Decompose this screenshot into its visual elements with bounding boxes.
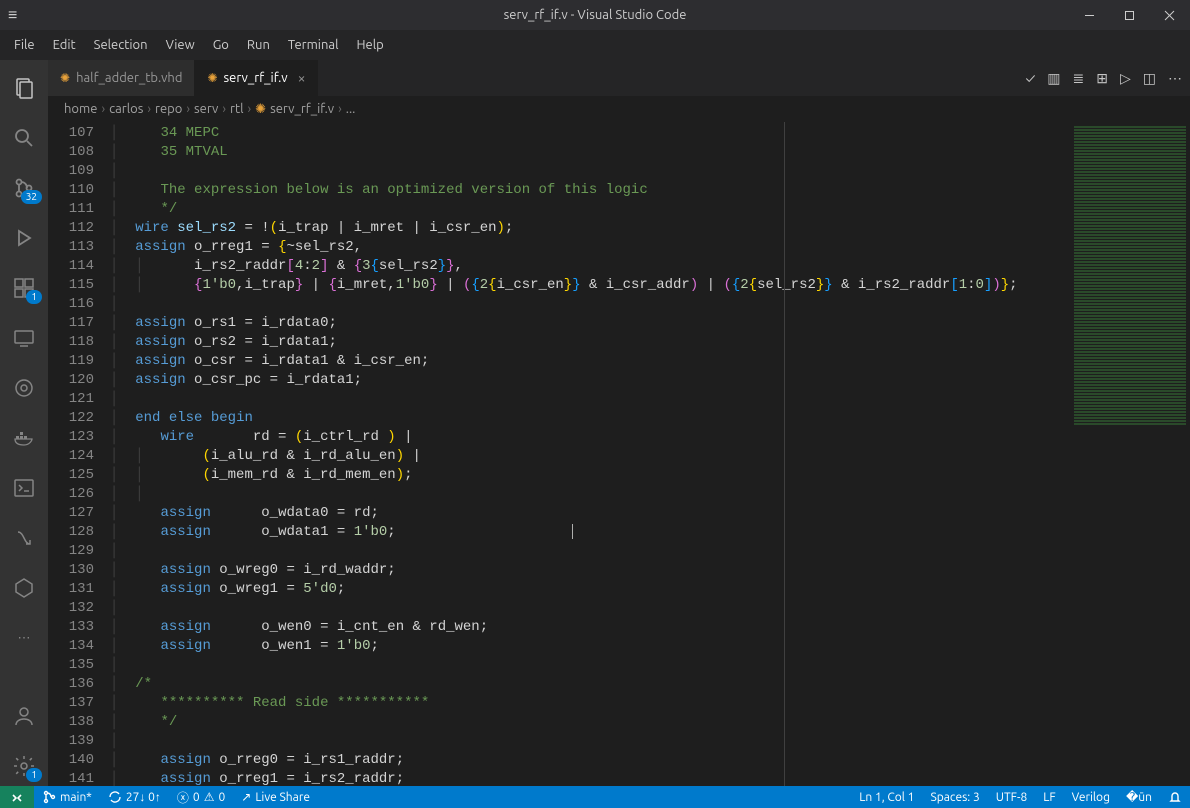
window-title: serv_rf_if.v - Visual Studio Code (504, 8, 687, 22)
extensions-icon[interactable]: 1 (0, 268, 48, 308)
errors-button[interactable]: ⓧ0 ⚠0 (169, 789, 233, 806)
verilog-file-icon: ✺ (255, 102, 266, 117)
more-icon[interactable]: ⋯ (0, 618, 48, 658)
breadcrumb[interactable]: home› carlos› repo› serv› rtl› ✺ serv_rf… (48, 96, 1190, 122)
bell-icon[interactable] (1160, 790, 1190, 804)
remote-explorer-icon[interactable] (0, 318, 48, 358)
close-icon[interactable]: × (298, 70, 306, 86)
docker-icon[interactable] (0, 418, 48, 458)
settings-badge: 1 (26, 768, 42, 782)
sync-button[interactable]: 27↓ 0↑ (100, 790, 169, 804)
menu-file[interactable]: File (6, 34, 43, 56)
close-button[interactable] (1154, 0, 1184, 30)
verilog-file-icon: ✺ (60, 71, 70, 85)
bc-segment[interactable]: serv_rf_if.v (270, 102, 334, 116)
bc-segment[interactable]: serv (194, 102, 218, 116)
menu-terminal[interactable]: Terminal (280, 34, 347, 56)
bc-segment[interactable]: ... (346, 102, 356, 116)
editor[interactable]: 1071081091101111121131141151161171181191… (48, 122, 1190, 786)
tab-label: half_adder_tb.vhd (76, 71, 182, 85)
settings-icon[interactable]: 1 (0, 746, 48, 786)
app-menu-icon[interactable]: ≡ (8, 6, 17, 25)
menu-help[interactable]: Help (348, 34, 391, 56)
tab-half-adder[interactable]: ✺ half_adder_tb.vhd (48, 60, 195, 96)
liveshare-button[interactable]: ↗Live Share (233, 790, 318, 804)
search-icon[interactable] (0, 118, 48, 158)
split-icon[interactable]: ◫ (1143, 70, 1156, 87)
line-number-gutter: 1071081091101111121131141151161171181191… (48, 122, 104, 786)
account-icon[interactable] (0, 696, 48, 736)
target-icon[interactable] (0, 368, 48, 408)
menu-view[interactable]: View (158, 34, 203, 56)
minimize-button[interactable] (1074, 0, 1104, 30)
extensions-badge: 1 (26, 290, 42, 304)
check-icon[interactable]: ✓ (1025, 70, 1035, 86)
indentation[interactable]: Spaces: 3 (922, 791, 987, 804)
tabs: ✺ half_adder_tb.vhd ✺ serv_rf_if.v × ✓ ▥… (48, 60, 1190, 96)
bc-segment[interactable]: carlos (109, 102, 143, 116)
bc-segment[interactable]: home (64, 102, 97, 116)
list-icon[interactable]: ≣ (1073, 70, 1085, 87)
feedback-icon[interactable]: �ūn (1118, 790, 1160, 804)
language-mode[interactable]: Verilog (1064, 791, 1118, 804)
more-icon[interactable]: ⋯ (1168, 70, 1182, 87)
terminal-icon[interactable] (0, 468, 48, 508)
explorer-icon[interactable] (0, 68, 48, 108)
branch-button[interactable]: main* (34, 790, 100, 804)
debug-icon[interactable] (0, 218, 48, 258)
text-cursor (572, 524, 573, 539)
code-area[interactable]: │ 34 MEPC │ 35 MTVAL │ │ The expression … (104, 122, 1070, 786)
layout-icon[interactable]: ⊞ (1096, 70, 1108, 87)
cursor-position[interactable]: Ln 1, Col 1 (851, 791, 922, 804)
remote-button[interactable] (0, 786, 34, 808)
activitybar: 32 1 ⋯ 1 (0, 60, 48, 786)
scm-icon[interactable]: 32 (0, 168, 48, 208)
run-icon[interactable]: ▷ (1120, 70, 1131, 87)
menubar: File Edit Selection View Go Run Terminal… (0, 30, 1190, 60)
maximize-button[interactable] (1114, 0, 1144, 30)
tab-serv-rf-if[interactable]: ✺ serv_rf_if.v × (195, 60, 318, 96)
minimap[interactable] (1070, 122, 1190, 786)
tab-label: serv_rf_if.v (224, 71, 288, 85)
menu-go[interactable]: Go (205, 34, 237, 56)
statusbar: main* 27↓ 0↑ ⓧ0 ⚠0 ↗Live Share Ln 1, Col… (0, 786, 1190, 808)
arrow-icon[interactable] (0, 518, 48, 558)
titlebar: ≡ serv_rf_if.v - Visual Studio Code (0, 0, 1190, 30)
bc-segment[interactable]: repo (155, 102, 182, 116)
kubernetes-icon[interactable] (0, 568, 48, 608)
bc-segment[interactable]: rtl (230, 102, 243, 116)
menu-selection[interactable]: Selection (86, 34, 156, 56)
verilog-file-icon: ✺ (207, 71, 217, 85)
encoding[interactable]: UTF-8 (988, 791, 1035, 804)
menu-edit[interactable]: Edit (45, 34, 84, 56)
eol[interactable]: LF (1035, 791, 1063, 804)
compare-icon[interactable]: ▥ (1047, 70, 1060, 87)
scm-badge: 32 (21, 190, 42, 204)
menu-run[interactable]: Run (239, 34, 278, 56)
